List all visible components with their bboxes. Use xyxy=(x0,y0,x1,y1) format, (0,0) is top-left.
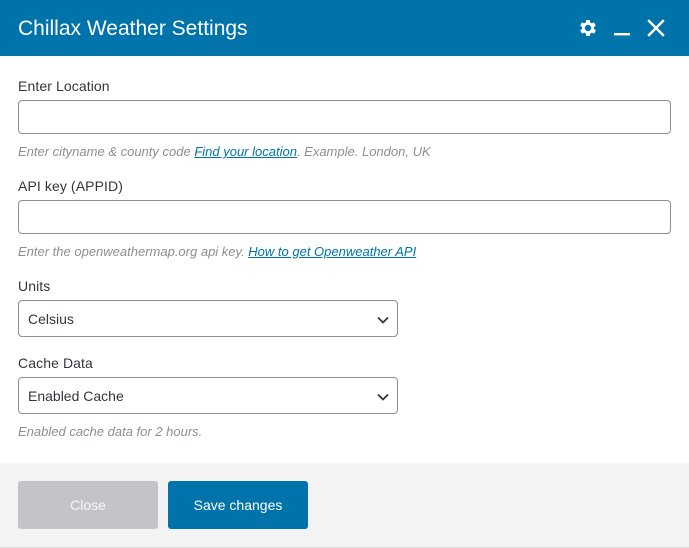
units-label: Units xyxy=(18,278,51,294)
openweather-api-link[interactable]: How to get Openweather API xyxy=(248,244,416,259)
minimize-icon[interactable] xyxy=(609,15,635,41)
location-input[interactable] xyxy=(18,100,671,134)
close-button[interactable]: Close xyxy=(18,481,158,529)
api-key-label: API key (APPID) xyxy=(18,178,123,194)
location-label: Enter Location xyxy=(18,78,110,94)
location-help-example: . Example. London, UK xyxy=(296,144,431,159)
cache-selected-value: Enabled Cache xyxy=(28,387,124,404)
find-location-link[interactable]: Find your location xyxy=(194,144,297,159)
gear-icon[interactable] xyxy=(575,15,601,41)
cache-field-group: Cache Data Enabled Cache Enabled cache d… xyxy=(18,355,671,439)
dialog-header: Chillax Weather Settings xyxy=(0,0,689,56)
api-key-help-text: Enter the openweathermap.org api key. xyxy=(18,244,249,259)
chevron-down-icon xyxy=(377,388,389,404)
cache-help: Enabled cache data for 2 hours. xyxy=(18,424,203,439)
header-controls xyxy=(575,15,669,41)
units-field-group: Units Celsius xyxy=(18,278,671,337)
dialog-footer: Close Save changes xyxy=(0,463,689,548)
save-changes-button[interactable]: Save changes xyxy=(168,481,308,529)
units-select[interactable]: Celsius xyxy=(18,300,398,337)
cache-label: Cache Data xyxy=(18,355,93,371)
location-help-text: Enter cityname & county code xyxy=(18,144,195,159)
settings-dialog: Chillax Weather Settings Enter Location xyxy=(0,0,689,548)
api-key-field-group: API key (APPID) Enter the openweathermap… xyxy=(18,178,671,259)
location-help: Enter cityname & county code Find your l… xyxy=(18,144,671,159)
api-key-input[interactable] xyxy=(18,200,671,234)
units-selected-value: Celsius xyxy=(28,310,74,327)
chevron-down-icon xyxy=(377,311,389,327)
close-icon[interactable] xyxy=(643,15,669,41)
api-key-help: Enter the openweathermap.org api key. Ho… xyxy=(18,244,671,259)
location-field-group: Enter Location Enter cityname & county c… xyxy=(18,78,671,159)
dialog-title: Chillax Weather Settings xyxy=(18,16,248,40)
cache-select[interactable]: Enabled Cache xyxy=(18,377,398,414)
